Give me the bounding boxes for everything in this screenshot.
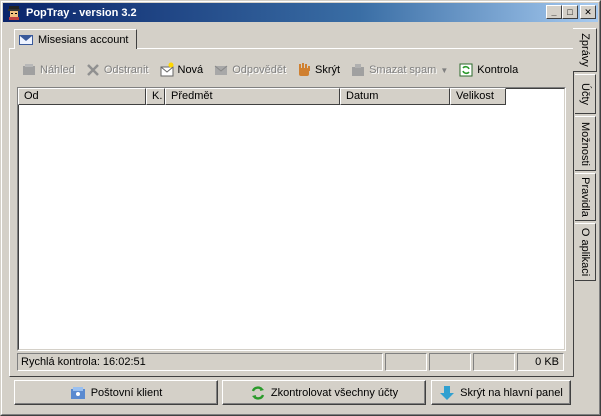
tab-misesians-account[interactable]: Misesians account [14,29,137,49]
status-cell-empty [385,353,427,371]
tab-options[interactable]: Možnosti [575,116,596,171]
delete-spam-button[interactable]: Smazat spam ▼ [346,59,452,81]
reply-button[interactable]: Odpovědět [209,59,290,81]
hide-button[interactable]: Skrýt [292,59,344,81]
mail-client-icon [70,385,86,401]
close-icon: ✕ [584,6,592,17]
mail-client-button[interactable]: Poštovní klient [14,380,218,405]
tab-about[interactable]: O aplikaci [575,223,596,281]
message-list-header: Od K. Předmět Datum Velikost [18,88,506,105]
new-message-icon [159,62,175,78]
tab-accounts[interactable]: Účty [575,74,596,114]
status-cell-empty [473,353,515,371]
column-subject[interactable]: Předmět [165,88,340,105]
delete-button[interactable]: Odstranit [81,59,153,81]
arrow-down-icon [439,385,455,401]
tab-messages[interactable]: Zprávy [573,28,597,72]
status-bar: Rychlá kontrola: 16:02:51 0 KB [17,353,566,371]
minimize-button[interactable]: _ [546,5,562,19]
account-tab-label: Misesians account [38,33,129,46]
maximize-icon: □ [567,6,573,17]
minimize-icon: _ [551,6,557,17]
new-message-button[interactable]: Nová [155,59,208,81]
message-list[interactable]: Od K. Předmět Datum Velikost [17,87,566,351]
poptray-window: PopTray - version 3.2 _ □ ✕ Misesians ac… [0,0,601,416]
column-k[interactable]: K. [146,88,165,105]
column-from[interactable]: Od [18,88,146,105]
reply-icon [213,62,229,78]
envelope-icon [18,32,34,48]
delete-x-icon [85,62,101,78]
column-size[interactable]: Velikost [450,88,506,105]
refresh-icon [458,62,474,78]
status-cell-empty [429,353,471,371]
toolbar: Náhled Odstranit Nová Odpovědět Skrýt Sm… [17,59,524,81]
quick-check-status: Rychlá kontrola: 16:02:51 [17,353,383,371]
title-bar[interactable]: PopTray - version 3.2 _ □ ✕ [3,3,598,22]
preview-button[interactable]: Náhled [17,59,79,81]
hand-icon [296,62,312,78]
tab-rules[interactable]: Pravidla [575,173,596,221]
total-size-status: 0 KB [517,353,564,371]
check-all-accounts-button[interactable]: Zkontrolovat všechny účty [222,380,426,405]
preview-icon [21,62,37,78]
chevron-down-icon[interactable]: ▼ [440,66,448,75]
window-title: PopTray - version 3.2 [26,6,137,19]
close-button[interactable]: ✕ [580,5,596,19]
spam-icon [350,62,366,78]
poptray-app-icon [6,5,22,21]
column-date[interactable]: Datum [340,88,450,105]
maximize-button[interactable]: □ [562,5,578,19]
hide-to-tray-button[interactable]: Skrýt na hlavní panel [431,380,571,405]
check-all-refresh-icon [250,385,266,401]
check-button[interactable]: Kontrola [454,59,522,81]
